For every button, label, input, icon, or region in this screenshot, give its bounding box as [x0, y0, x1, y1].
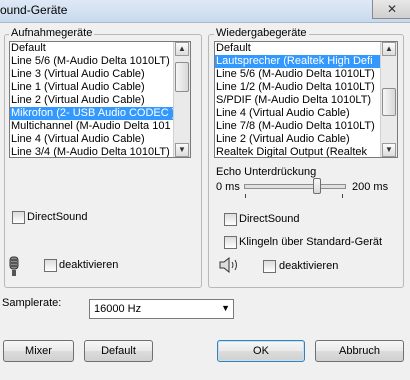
- slider-tick: [342, 194, 343, 198]
- echo-slider-thumb[interactable]: [313, 178, 321, 194]
- playback-scrollbar[interactable]: ▲ ▼: [380, 42, 397, 157]
- scroll-up-icon[interactable]: ▲: [382, 42, 396, 56]
- mixer-button[interactable]: Mixer: [3, 340, 74, 362]
- speaker-icon: [219, 257, 237, 273]
- default-button[interactable]: Default: [84, 340, 153, 362]
- list-item[interactable]: Line 3 (Virtual Audio Cable): [10, 68, 173, 81]
- list-item[interactable]: Line 4 (Virtual Audio Cable): [10, 133, 173, 146]
- cancel-button[interactable]: Abbruch: [315, 340, 404, 362]
- ring-default-device-checkbox[interactable]: [224, 236, 237, 249]
- close-icon: ✕: [386, 2, 398, 16]
- ok-button[interactable]: OK: [217, 340, 305, 362]
- scroll-thumb[interactable]: [175, 62, 189, 92]
- window-title: ound-Geräte: [0, 3, 68, 17]
- list-item[interactable]: Line 3/4 (M-Audio Delta 1010LT): [10, 146, 173, 157]
- recording-disable-label: deaktivieren: [59, 259, 119, 271]
- list-item[interactable]: S/PDIF (M-Audio Delta 1010LT): [215, 94, 380, 107]
- list-item[interactable]: Line 7/8 (M-Audio Delta 1010LT): [215, 120, 380, 133]
- recording-directsound-label: DirectSound: [27, 211, 88, 223]
- slider-tick: [245, 194, 246, 198]
- microphone-icon: [9, 256, 19, 276]
- close-button[interactable]: ✕: [372, 0, 410, 19]
- samplerate-value: 16000 Hz: [94, 303, 142, 315]
- list-item[interactable]: Line 2 (Virtual Audio Cable): [10, 94, 173, 107]
- playback-disable-checkbox[interactable]: [263, 260, 276, 273]
- samplerate-label: Samplerate:: [2, 297, 62, 309]
- list-item[interactable]: Line 4 (Virtual Audio Cable): [215, 107, 380, 120]
- recording-device-list[interactable]: Default Line 5/6 (M-Audio Delta 1010LT) Li…: [9, 41, 191, 158]
- title-bar: ound-Geräte ✕: [0, 0, 410, 23]
- list-item[interactable]: Multichannel (M-Audio Delta 101: [10, 120, 173, 133]
- recording-scrollbar[interactable]: ▲ ▼: [173, 42, 190, 157]
- chevron-down-icon: ▼: [221, 303, 230, 313]
- recording-items: Default Line 5/6 (M-Audio Delta 1010LT) Li…: [10, 42, 173, 157]
- recording-directsound-checkbox[interactable]: [12, 211, 25, 224]
- list-item[interactable]: Default: [10, 42, 173, 55]
- scroll-thumb[interactable]: [382, 88, 396, 116]
- echo-max-label: 200 ms: [352, 181, 389, 193]
- list-item[interactable]: Lautsprecher (Realtek High Defi: [215, 55, 380, 68]
- echo-min-label: 0 ms: [216, 181, 240, 193]
- playback-disable-label: deaktivieren: [279, 260, 339, 272]
- scroll-down-icon[interactable]: ▼: [175, 143, 189, 157]
- list-item[interactable]: Realtek Digital Output (Realtek: [215, 146, 380, 157]
- scroll-down-icon[interactable]: ▼: [382, 143, 396, 157]
- list-item[interactable]: Line 1/2 (M-Audio Delta 1010LT): [215, 81, 380, 94]
- recording-group-label: Aufnahmegeräte: [9, 27, 95, 39]
- ring-default-device-label: Klingeln über Standard-Gerät: [239, 236, 383, 248]
- echo-cancellation-label: Echo Unterdrückung: [216, 166, 317, 178]
- list-item[interactable]: Line 2 (Virtual Audio Cable): [215, 133, 380, 146]
- playback-group-label: Wiedergabegeräte: [214, 27, 309, 39]
- list-item[interactable]: Mikrofon (2- USB Audio CODEC ): [10, 107, 173, 120]
- playback-items: Default Lautsprecher (Realtek High Defi Li…: [215, 42, 380, 157]
- samplerate-select[interactable]: 16000 Hz ▼: [89, 299, 234, 319]
- list-item[interactable]: Line 5/6 (M-Audio Delta 1010LT): [215, 68, 380, 81]
- list-item[interactable]: Default: [215, 42, 380, 55]
- playback-directsound-label: DirectSound: [239, 213, 300, 225]
- list-item[interactable]: Line 1 (Virtual Audio Cable): [10, 81, 173, 94]
- playback-directsound-checkbox[interactable]: [224, 213, 237, 226]
- scroll-up-icon[interactable]: ▲: [175, 42, 189, 56]
- list-item[interactable]: Line 5/6 (M-Audio Delta 1010LT): [10, 55, 173, 68]
- echo-slider-track: [244, 184, 346, 189]
- recording-disable-checkbox[interactable]: [44, 259, 57, 272]
- playback-device-list[interactable]: Default Lautsprecher (Realtek High Defi Li…: [214, 41, 398, 158]
